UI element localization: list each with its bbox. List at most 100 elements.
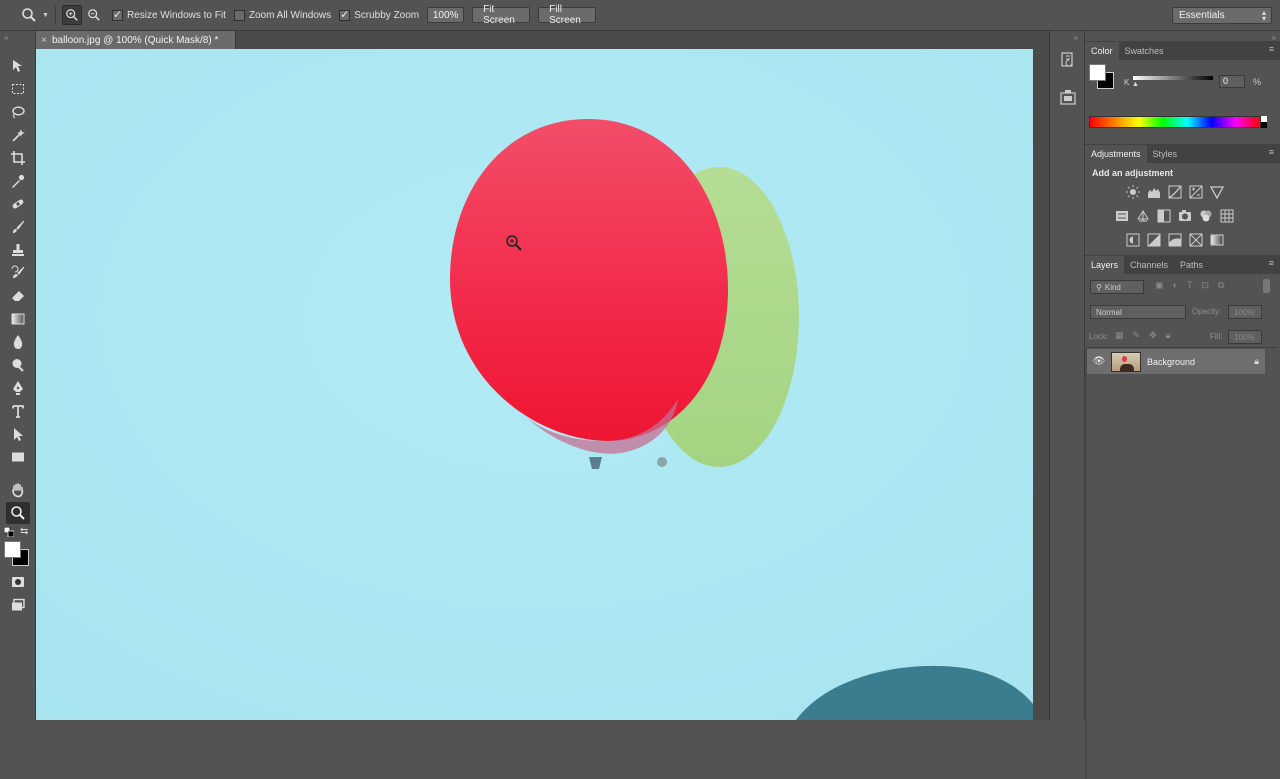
lock-pixels-icon[interactable]: ✎ [1133, 330, 1141, 341]
lasso-icon [12, 106, 25, 119]
zoom-tool-preset-icon[interactable] [18, 4, 40, 26]
zoom-out-button[interactable] [84, 5, 104, 25]
preset-dropdown-arrow-icon[interactable]: ▼ [42, 12, 49, 19]
marquee-tool[interactable] [6, 78, 30, 100]
healing-brush-tool[interactable] [6, 193, 30, 215]
zoom-tool[interactable] [6, 502, 30, 524]
path-selection-tool[interactable] [6, 423, 30, 445]
history-brush-tool[interactable] [6, 262, 30, 284]
gradient-map-icon[interactable] [1209, 232, 1225, 248]
color-balance-icon[interactable] [1135, 208, 1151, 224]
quick-mask-button[interactable] [6, 571, 30, 593]
close-tab-icon[interactable]: × [36, 35, 52, 46]
clone-stamp-tool[interactable] [6, 239, 30, 261]
filter-shape-icon[interactable]: ⊡ [1201, 280, 1209, 291]
brush-tool[interactable] [6, 216, 30, 238]
invert-icon[interactable] [1125, 232, 1141, 248]
brightness-contrast-icon[interactable] [1125, 184, 1141, 200]
checkbox-box[interactable] [111, 8, 123, 21]
document-tab[interactable]: × balloon.jpg @ 100% (Quick Mask/8) * [36, 31, 236, 49]
fit-screen-button[interactable]: Fit Screen [472, 4, 531, 26]
hand-tool[interactable] [6, 479, 30, 501]
k-slider-thumb-icon[interactable]: ▲ [1132, 81, 1139, 88]
screen-mode-button[interactable] [6, 594, 30, 616]
properties-panel-icon[interactable] [1059, 89, 1077, 107]
document-canvas[interactable] [36, 49, 1033, 720]
channel-mixer-icon[interactable] [1198, 208, 1214, 224]
crop-tool[interactable] [6, 147, 30, 169]
tab-color[interactable]: Color [1085, 42, 1119, 60]
move-tool[interactable] [6, 55, 30, 77]
visibility-eye-icon[interactable]: 👁︎ [1087, 356, 1111, 367]
k-slider-track[interactable] [1133, 76, 1213, 80]
workspace-switcher[interactable]: Essentials ▴ ▾ [1172, 7, 1272, 24]
dodge-tool[interactable] [6, 354, 30, 376]
levels-icon[interactable] [1146, 184, 1162, 200]
collapsed-panel-dock: « [1049, 31, 1085, 720]
filter-smart-object-icon[interactable]: ⧉ [1218, 280, 1224, 291]
lock-all-icon[interactable]: 🔒︎ [1166, 330, 1171, 341]
pen-icon [13, 381, 23, 395]
panel-menu-icon[interactable]: ≡ [1269, 147, 1274, 157]
fill-input[interactable]: 100% [1228, 330, 1262, 344]
tab-paths[interactable]: Paths [1174, 256, 1209, 274]
panel-menu-icon[interactable]: ≡ [1269, 258, 1274, 268]
quick-selection-tool[interactable] [6, 124, 30, 146]
filter-adjustment-icon[interactable]: ◐ [1173, 280, 1178, 291]
tab-layers[interactable]: Layers [1085, 256, 1125, 274]
hue-saturation-icon[interactable] [1114, 208, 1130, 224]
selective-color-icon[interactable] [1188, 232, 1204, 248]
curves-icon[interactable] [1167, 184, 1183, 200]
history-panel-icon[interactable] [1059, 51, 1077, 69]
panel-menu-icon[interactable]: ≡ [1269, 44, 1274, 54]
color-lookup-icon[interactable] [1219, 208, 1235, 224]
lock-position-icon[interactable]: ✥ [1149, 330, 1157, 341]
layer-row[interactable]: 👁︎ Background 🔒︎ [1087, 349, 1265, 374]
threshold-icon[interactable] [1167, 232, 1183, 248]
lock-transparent-icon[interactable]: ▦ [1115, 330, 1124, 341]
scrubby-zoom-checkbox[interactable]: Scrubby Zoom [339, 8, 419, 21]
pen-tool[interactable] [6, 377, 30, 399]
eyedropper-tool[interactable] [6, 170, 30, 192]
filter-toggle[interactable] [1263, 279, 1270, 293]
gradient-tool[interactable] [6, 308, 30, 330]
blend-mode-select[interactable]: Normal [1090, 305, 1186, 319]
quick-mask-icon [12, 577, 24, 587]
checkbox-box[interactable] [233, 9, 245, 21]
foreground-color-swatch[interactable] [4, 541, 21, 558]
resize-windows-checkbox[interactable]: Resize Windows to Fit [111, 8, 226, 21]
type-tool[interactable] [6, 400, 30, 422]
layer-filter-kind-select[interactable]: ⚲ Kind [1090, 280, 1144, 294]
vibrance-icon[interactable] [1209, 184, 1225, 200]
tab-swatches[interactable]: Swatches [1119, 42, 1170, 60]
photo-filter-icon[interactable] [1177, 208, 1193, 224]
swap-colors-icon[interactable]: ⇆ [20, 526, 28, 537]
collapse-icon[interactable]: » [4, 33, 8, 42]
zoom-100-button[interactable]: 100% [427, 7, 465, 23]
eraser-tool[interactable] [6, 285, 30, 307]
fill-screen-button[interactable]: Fill Screen [538, 4, 597, 26]
zoom-icon [11, 506, 25, 520]
lasso-tool[interactable] [6, 101, 30, 123]
tab-adjustments[interactable]: Adjustments [1085, 145, 1147, 163]
black-white-ramp[interactable] [1261, 116, 1267, 128]
rectangle-tool[interactable] [6, 446, 30, 468]
filter-pixel-icon[interactable]: ▣ [1155, 280, 1164, 291]
expand-icon[interactable]: « [1074, 33, 1078, 42]
zoom-all-windows-checkbox[interactable]: Zoom All Windows [233, 9, 331, 21]
k-value-input[interactable]: 0 [1219, 75, 1245, 88]
exposure-icon[interactable] [1188, 184, 1204, 200]
magic-wand-icon [12, 129, 25, 142]
tab-styles[interactable]: Styles [1147, 145, 1184, 163]
filter-type-icon[interactable]: T [1187, 280, 1193, 291]
color-spectrum-bar[interactable] [1089, 116, 1261, 128]
tab-channels[interactable]: Channels [1124, 256, 1174, 274]
default-colors-icon[interactable] [3, 526, 15, 538]
black-white-icon[interactable] [1156, 208, 1172, 224]
posterize-icon[interactable] [1146, 232, 1162, 248]
foreground-color-swatch[interactable] [1089, 64, 1106, 81]
checkbox-box[interactable] [339, 8, 351, 21]
opacity-input[interactable]: 100% [1228, 305, 1262, 319]
blur-tool[interactable] [6, 331, 30, 353]
zoom-in-button[interactable] [61, 5, 82, 25]
